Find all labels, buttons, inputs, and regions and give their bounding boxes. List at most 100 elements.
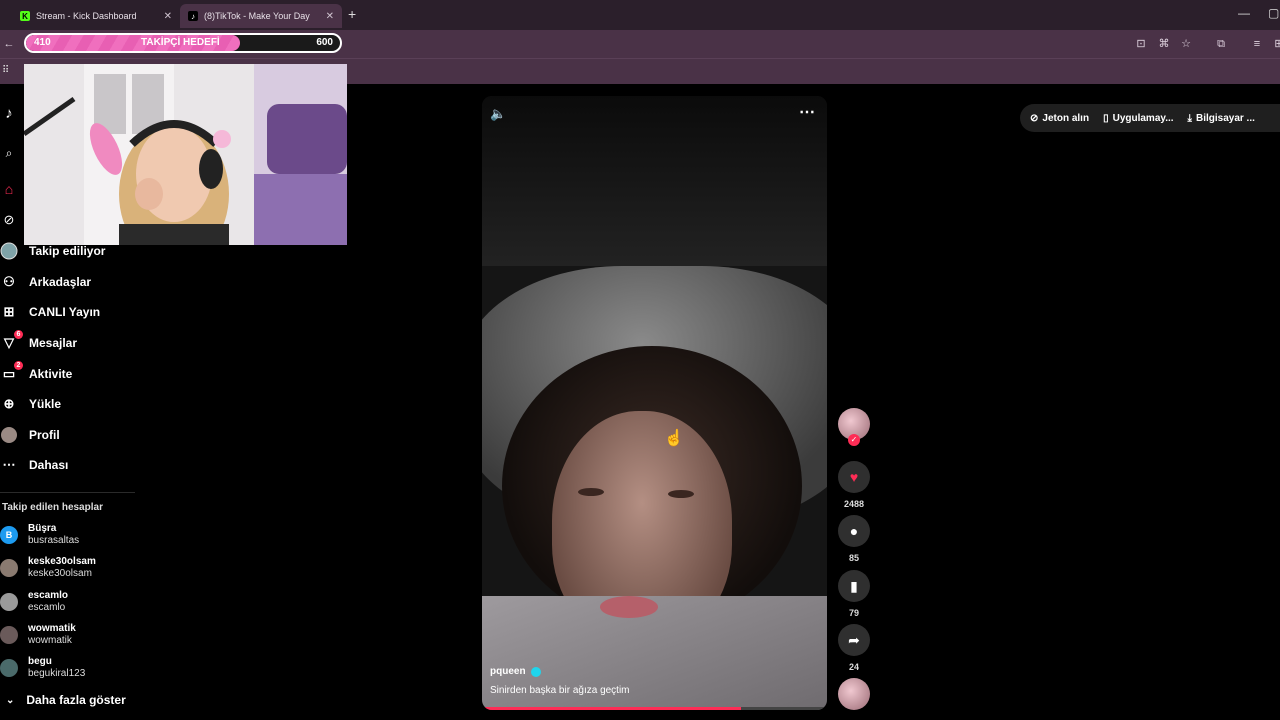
comment-count: 85 bbox=[848, 553, 859, 563]
tab-label: Stream - Kick Dashboard bbox=[36, 11, 137, 21]
video-player[interactable]: 🔈 ⋯ pqueen Sinirden başka bir ağıza geçt… bbox=[482, 96, 827, 710]
video-progress-fill bbox=[482, 707, 741, 710]
tab-label: (8)TikTok - Make Your Day bbox=[204, 11, 310, 21]
close-tab-icon[interactable]: ✕ bbox=[326, 11, 334, 22]
like-count: 2488 bbox=[843, 499, 865, 509]
tab-kick-dashboard[interactable]: K Stream - Kick Dashboard ✕ bbox=[12, 4, 180, 28]
bookmark-icon: ▮ bbox=[838, 570, 870, 602]
sidebar-item-label: Mesajlar bbox=[29, 336, 78, 350]
explore-icon[interactable]: ⊘ bbox=[0, 211, 18, 229]
sound-avatar[interactable] bbox=[838, 678, 870, 710]
webcam-overlay bbox=[24, 64, 347, 245]
avatar bbox=[0, 626, 18, 644]
account-name: escamlo bbox=[28, 590, 69, 601]
download-icon: ⤓ bbox=[1187, 112, 1192, 124]
live-icon: ⊞ bbox=[3, 304, 15, 319]
account-name: Büşra bbox=[28, 523, 57, 534]
chevron-down-icon: ⌄ bbox=[6, 694, 15, 706]
video-background bbox=[482, 96, 827, 266]
account-username: keske30olsam bbox=[28, 568, 92, 579]
follower-goal-bar: 410 TAKİPÇİ HEDEFİ 600 bbox=[24, 33, 342, 53]
close-tab-icon[interactable]: ✕ bbox=[164, 11, 172, 22]
bookmark-star-icon[interactable]: ☆ bbox=[1179, 37, 1193, 51]
more-options-icon[interactable]: ⋯ bbox=[799, 102, 815, 122]
tiktok-logo-icon[interactable]: ♪ bbox=[0, 104, 18, 122]
desktop-app-label: Bilgisayar ... bbox=[1195, 112, 1255, 124]
like-button[interactable]: ♥ 2488 bbox=[838, 461, 870, 509]
share-button[interactable]: ➦ 24 bbox=[838, 624, 870, 672]
reading-list-icon[interactable]: ≡ bbox=[1250, 37, 1264, 51]
verified-icon bbox=[530, 666, 541, 677]
account-username: busrasaltas bbox=[28, 535, 80, 546]
show-more-button[interactable]: ⌄ Daha fazla göster bbox=[6, 693, 126, 707]
list-item[interactable]: wowmatik wowmatik bbox=[0, 621, 76, 649]
comment-icon: ● bbox=[838, 515, 870, 547]
get-coins-label: Jeton alın bbox=[1042, 112, 1090, 124]
video-eye-right bbox=[668, 490, 694, 498]
sidebar-item-activity[interactable]: ▭ 2 Aktivite bbox=[0, 361, 73, 385]
sidebar-item-label: Takip ediliyor bbox=[29, 244, 106, 258]
goal-target: 600 bbox=[316, 37, 333, 48]
activity-badge: 2 bbox=[14, 361, 23, 370]
save-count: 79 bbox=[848, 608, 859, 618]
list-item[interactable]: B Büşra busrasaltas bbox=[0, 521, 79, 549]
avatar: B bbox=[0, 526, 18, 544]
list-item[interactable]: begu begukiral123 bbox=[0, 654, 85, 682]
sidebar-item-profile[interactable]: Profil bbox=[0, 424, 60, 446]
desktop-app-button[interactable]: ⤓ Bilgisayar ... bbox=[1188, 113, 1255, 124]
get-app-label: Uygulamay... bbox=[1112, 112, 1174, 124]
apps-grid-icon[interactable]: ⠿ bbox=[2, 65, 9, 76]
install-app-icon[interactable]: ⊡ bbox=[1134, 37, 1148, 51]
comment-button[interactable]: ● 85 bbox=[838, 515, 870, 563]
video-progress-bar[interactable] bbox=[482, 707, 827, 710]
minimize-icon[interactable]: — bbox=[1238, 6, 1250, 20]
heart-icon: ♥ bbox=[838, 461, 870, 493]
home-icon[interactable]: ⌂ bbox=[0, 180, 18, 198]
followed-accounts-title: Takip edilen hesaplar bbox=[2, 502, 103, 513]
avatar bbox=[0, 593, 18, 611]
sidebar-item-label: Arkadaşlar bbox=[29, 275, 92, 289]
account-username: begukiral123 bbox=[28, 668, 86, 679]
get-app-button[interactable]: ▯ Uygulamay... bbox=[1103, 113, 1173, 124]
volume-icon[interactable]: 🔈 bbox=[490, 106, 506, 122]
webcam-image bbox=[24, 64, 347, 245]
video-caption: Sinirden başka bir ağıza geçtim bbox=[490, 685, 630, 696]
browser-tab-bar: K Stream - Kick Dashboard ✕ ♪ (8)TikTok … bbox=[0, 0, 1280, 30]
translate-icon[interactable]: ⌘ bbox=[1157, 37, 1171, 51]
new-tab-icon[interactable]: + bbox=[348, 6, 356, 22]
follow-check-icon[interactable]: ✓ bbox=[848, 434, 860, 446]
sidebar-item-label: Profil bbox=[29, 428, 60, 442]
search-icon[interactable]: ⌕ bbox=[0, 144, 18, 162]
account-username: escamlo bbox=[28, 602, 66, 613]
video-username: pqueen bbox=[490, 666, 526, 677]
account-username: wowmatik bbox=[28, 635, 72, 646]
sidebar-item-friends[interactable]: ⚇ Arkadaşlar bbox=[0, 271, 91, 293]
sidebar-item-upload[interactable]: ⊕ Yükle bbox=[0, 393, 61, 415]
following-avatar-icon bbox=[0, 242, 18, 260]
sidebar-item-more[interactable]: ⋯ Dahası bbox=[0, 454, 69, 476]
extensions-icon[interactable]: ⧉ bbox=[1214, 37, 1228, 51]
back-icon[interactable]: ← bbox=[2, 37, 16, 51]
share-icon: ➦ bbox=[838, 624, 870, 656]
video-author[interactable]: pqueen bbox=[490, 666, 541, 677]
tab-tiktok[interactable]: ♪ (8)TikTok - Make Your Day ✕ bbox=[180, 4, 342, 28]
get-coins-button[interactable]: ⊘ Jeton alın bbox=[1030, 113, 1089, 124]
sidebar-item-following[interactable]: Takip ediliyor bbox=[0, 240, 105, 262]
account-name: wowmatik bbox=[28, 623, 76, 634]
sidebar-item-live[interactable]: ⊞ CANLI Yayın bbox=[0, 301, 101, 323]
account-name: begu bbox=[28, 656, 52, 667]
hand-cursor-icon: ☝ bbox=[664, 430, 684, 447]
sidebar-item-label: Yükle bbox=[29, 397, 62, 411]
sidebar-item-messages[interactable]: ▽ 6 Mesajlar bbox=[0, 330, 78, 354]
top-actions-bar: ⊘ Jeton alın ▯ Uygulamay... ⤓ Bilgisayar ..… bbox=[1020, 104, 1280, 132]
list-item[interactable]: keske30olsam keske30olsam bbox=[0, 554, 96, 582]
list-item[interactable]: escamlo escamlo bbox=[0, 588, 68, 616]
coin-icon: ⊘ bbox=[1030, 112, 1039, 124]
sidebar-item-label: Aktivite bbox=[29, 367, 73, 381]
more-icon: ⋯ bbox=[2, 457, 16, 472]
show-more-label: Daha fazla göster bbox=[26, 693, 126, 707]
save-button[interactable]: ▮ 79 bbox=[838, 570, 870, 618]
profile-menu-icon[interactable]: ⊞ bbox=[1272, 37, 1280, 51]
maximize-icon[interactable]: ▢ bbox=[1268, 6, 1279, 20]
account-name: keske30olsam bbox=[28, 556, 96, 567]
